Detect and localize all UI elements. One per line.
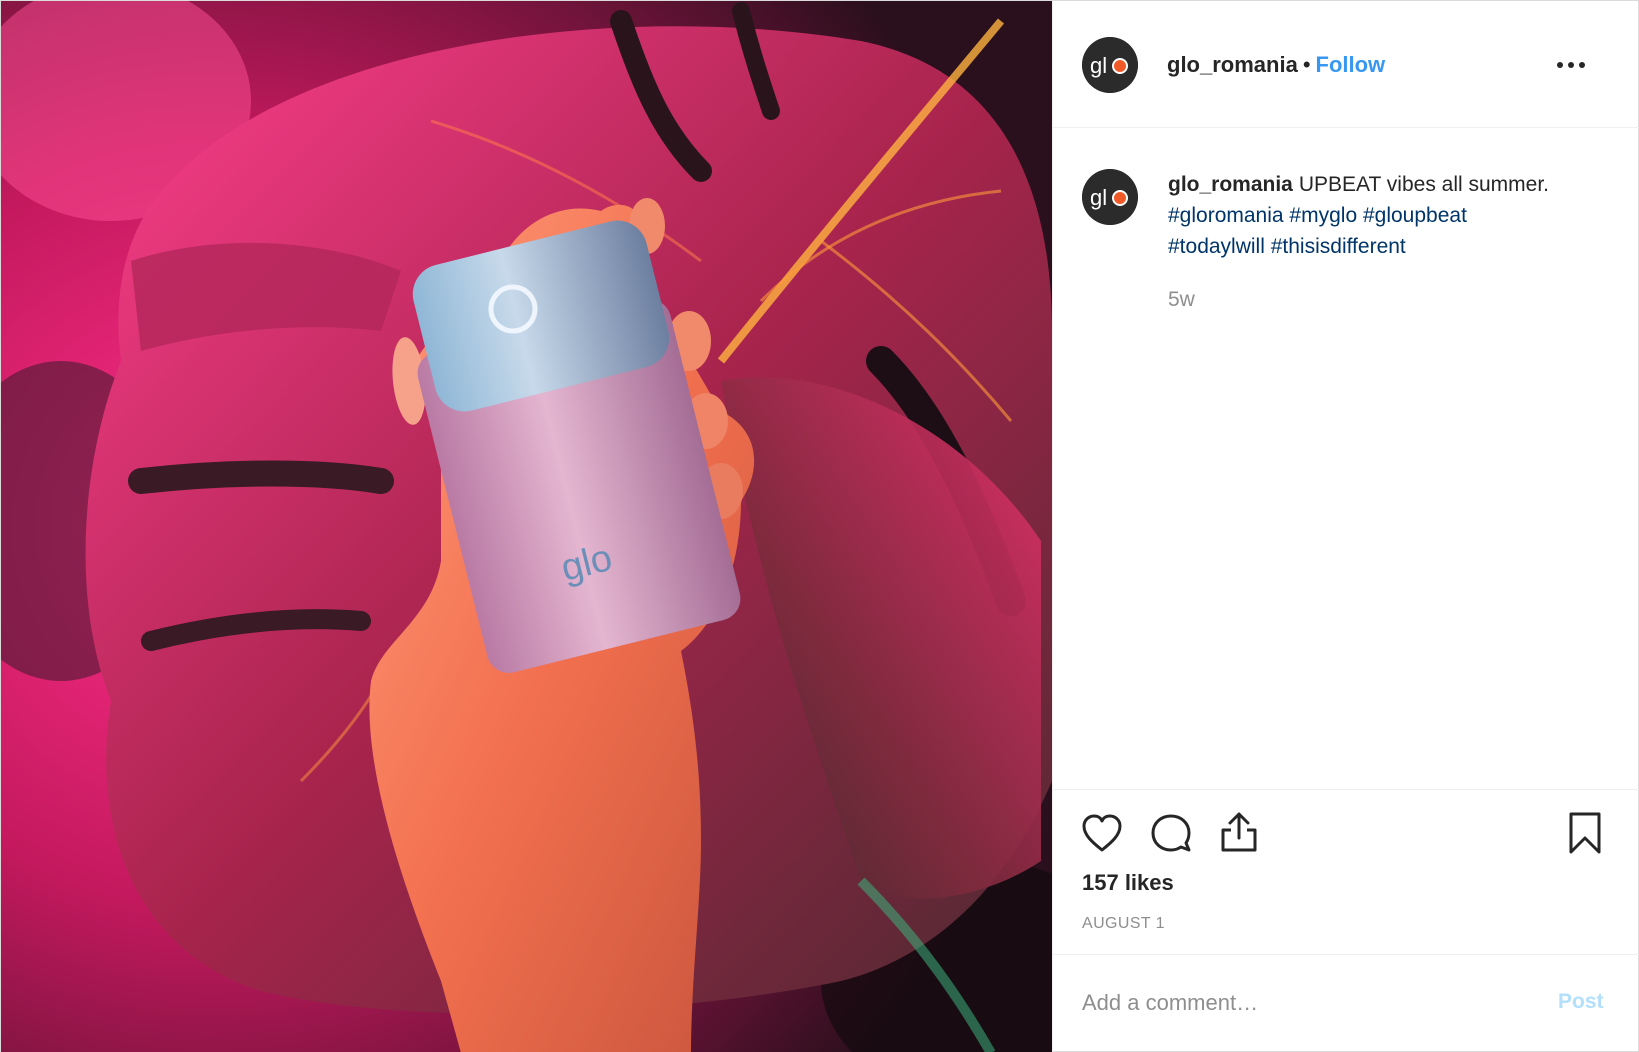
- hashtag-link[interactable]: #thisisdifferent: [1271, 235, 1406, 258]
- follow-button[interactable]: Follow: [1316, 52, 1386, 77]
- post-comment-button[interactable]: Post: [1558, 990, 1604, 1014]
- caption-avatar[interactable]: gl: [1082, 169, 1138, 225]
- heart-icon: [1082, 814, 1122, 852]
- header-account-line: glo_romania • Follow: [1167, 52, 1385, 78]
- post-caption: glo_romania UPBEAT vibes all summer. #glo…: [1168, 169, 1608, 262]
- caption-time-ago[interactable]: 5w: [1168, 288, 1195, 312]
- save-button[interactable]: [1563, 811, 1607, 855]
- header-separator: •: [1302, 52, 1311, 77]
- post-actions: 157 likes AUGUST 1 Post: [1053, 789, 1639, 1052]
- caption-username[interactable]: glo_romania: [1168, 173, 1293, 196]
- comment-input[interactable]: [1082, 983, 1502, 1023]
- hashtag-link[interactable]: #gloromania: [1168, 204, 1284, 227]
- instagram-post: glo gl glo_romania • Follow gl glo_roman…: [0, 0, 1639, 1052]
- post-sidebar: gl glo_romania • Follow gl glo_romania U…: [1052, 1, 1639, 1052]
- account-username[interactable]: glo_romania: [1167, 52, 1298, 77]
- svg-text:gl: gl: [1090, 185, 1107, 210]
- likes-count[interactable]: 157 likes: [1082, 870, 1174, 896]
- hashtag-link[interactable]: #myglo: [1289, 204, 1357, 227]
- glo-logo-icon: gl: [1082, 169, 1138, 225]
- account-avatar[interactable]: gl: [1082, 37, 1138, 93]
- more-options-button[interactable]: [1553, 53, 1589, 77]
- post-header: gl glo_romania • Follow: [1053, 1, 1639, 128]
- comment-bar: Post: [1053, 954, 1639, 1052]
- share-button[interactable]: [1217, 810, 1261, 854]
- photo-illustration: glo: [1, 1, 1052, 1052]
- glo-logo-icon: gl: [1082, 37, 1138, 93]
- share-upload-icon: [1221, 812, 1257, 852]
- comment-button[interactable]: [1149, 812, 1193, 856]
- post-date[interactable]: AUGUST 1: [1082, 915, 1165, 933]
- bookmark-icon: [1569, 812, 1601, 854]
- post-photo[interactable]: glo: [1, 1, 1052, 1052]
- svg-text:gl: gl: [1090, 53, 1107, 78]
- ellipsis-icon: [1557, 62, 1585, 68]
- caption-text: UPBEAT vibes all summer.: [1298, 173, 1550, 196]
- hashtag-link[interactable]: #todaylwill: [1168, 235, 1265, 258]
- like-button[interactable]: [1080, 812, 1124, 856]
- hashtag-link[interactable]: #gloupbeat: [1363, 204, 1467, 227]
- comment-bubble-icon: [1151, 814, 1191, 852]
